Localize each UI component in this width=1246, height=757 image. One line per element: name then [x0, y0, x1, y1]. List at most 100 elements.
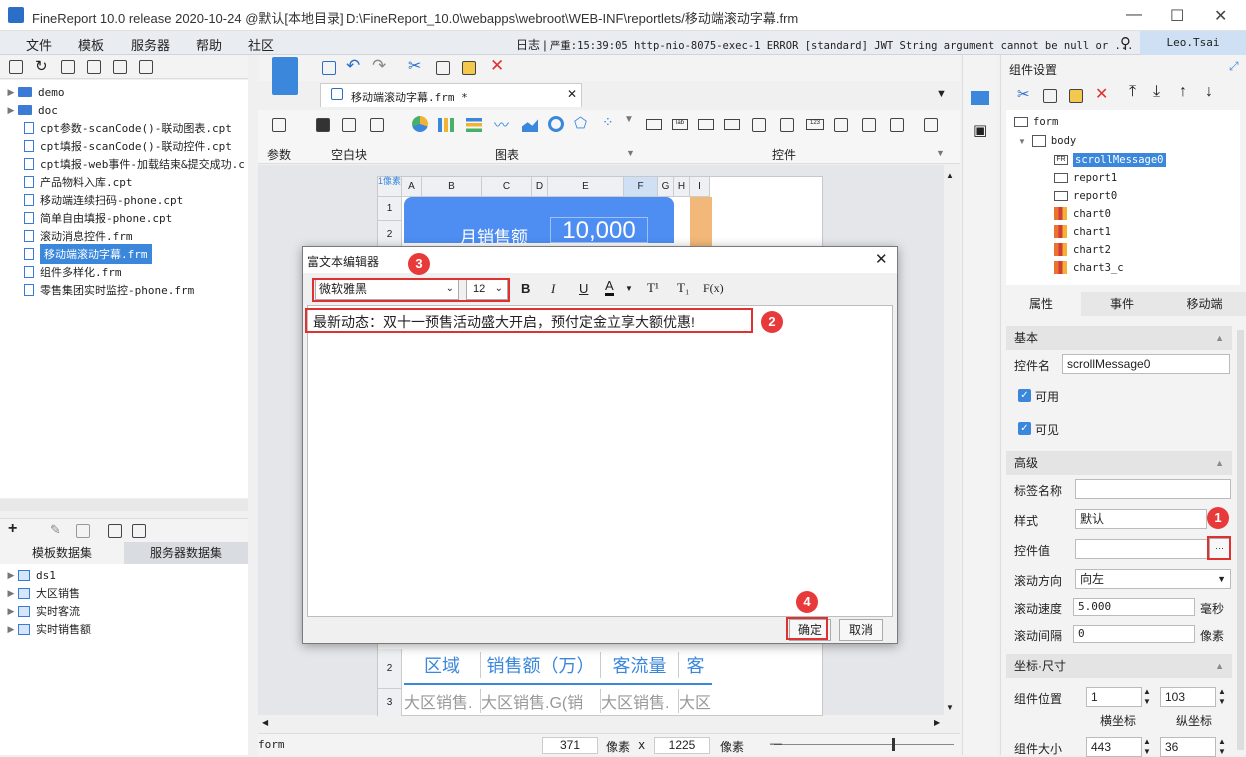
kpi-card[interactable]: 月销售额 10,000	[404, 197, 674, 247]
chevron-down-icon[interactable]: ▼	[624, 114, 634, 125]
col-header[interactable]: A	[402, 177, 422, 197]
col-header[interactable]: F	[624, 177, 658, 197]
close-window-icon[interactable]: ✕	[1214, 6, 1227, 26]
bold-button[interactable]: B	[521, 281, 530, 296]
width-input[interactable]: 371	[542, 737, 598, 754]
pos-x-stepper-icon[interactable]: ▲ ▼	[1143, 687, 1151, 707]
template-tab[interactable]: 移动端滚动字幕.frm * ✕	[320, 83, 582, 107]
zoom-out-icon[interactable]: —	[770, 736, 782, 750]
dataset-item[interactable]: ▶ 实时客流	[0, 602, 80, 620]
section-advanced[interactable]: 高级 ▲	[1006, 451, 1232, 475]
tree-file[interactable]: 简单自由填报-phone.cpt	[0, 209, 172, 227]
col-header[interactable]: E	[548, 177, 624, 197]
maximize-icon[interactable]: ☐	[1170, 6, 1184, 26]
col-header[interactable]: C	[482, 177, 532, 197]
table-cell[interactable]: 大区销售.	[600, 689, 678, 713]
dataset-settings-icon[interactable]	[132, 524, 146, 538]
zoom-thumb[interactable]	[892, 738, 895, 751]
combo-widget-icon[interactable]	[724, 119, 740, 130]
component-body[interactable]: ▼ body	[1018, 135, 1076, 147]
move-down-icon[interactable]: ↓	[1205, 83, 1213, 101]
component-report0[interactable]: report0	[1054, 190, 1117, 202]
tab-mobile[interactable]: 移动端	[1163, 292, 1246, 316]
pie-chart-icon[interactable]	[412, 116, 428, 132]
line-chart-icon[interactable]: 〰	[494, 114, 509, 135]
panel-scrollbar[interactable]	[1237, 330, 1244, 750]
tree-file[interactable]: 滚动消息控件.frm	[0, 227, 133, 245]
col-header[interactable]: D	[532, 177, 548, 197]
preview-icon[interactable]	[108, 524, 122, 538]
tag-input[interactable]	[1075, 479, 1231, 499]
tab-events[interactable]: 事件	[1081, 292, 1163, 316]
tree-file[interactable]: cpt填报-web事件-加载结束&提交成功.c	[0, 155, 245, 173]
height-input[interactable]: 1225	[654, 737, 710, 754]
move-up-icon[interactable]: ↑	[1179, 83, 1187, 101]
scroll-right-icon[interactable]: ▶	[934, 718, 940, 727]
copy-icon[interactable]	[1043, 89, 1057, 103]
chevron-down-icon[interactable]: ▼	[936, 148, 945, 158]
dataset-item[interactable]: ▶ 实时销售额	[0, 620, 91, 638]
component-chart0[interactable]: chart0	[1054, 207, 1111, 220]
direction-select[interactable]: 向左 ▼	[1075, 569, 1231, 589]
component-chart2[interactable]: chart2	[1054, 243, 1111, 256]
mobile-view-icon[interactable]	[272, 57, 298, 95]
blank-block-icon[interactable]	[342, 118, 356, 132]
size-w-input[interactable]: 443	[1086, 737, 1142, 757]
scroll-up-icon[interactable]: ▲	[946, 171, 954, 180]
tab-template-datasets[interactable]: 模板数据集	[0, 542, 124, 564]
hbar-chart-icon[interactable]	[466, 118, 482, 132]
superscript-button[interactable]: T¹	[647, 280, 659, 296]
add-icon[interactable]: +	[8, 520, 17, 538]
tab-close-icon[interactable]: ✕	[567, 87, 577, 101]
delete-x-icon[interactable]: ✕	[1095, 84, 1108, 104]
menu-file[interactable]: 文件	[26, 35, 52, 54]
section-geometry[interactable]: 坐标·尺寸 ▲	[1006, 654, 1232, 678]
gauge-chart-icon[interactable]	[548, 116, 564, 132]
tree-folder-demo[interactable]: ▶ demo	[0, 83, 65, 101]
radio-group-widget-icon[interactable]	[862, 118, 876, 132]
size-w-stepper-icon[interactable]: ▲ ▼	[1143, 737, 1151, 757]
row-header[interactable]: 2	[378, 649, 402, 689]
size-h-stepper-icon[interactable]: ▲ ▼	[1218, 737, 1226, 757]
list-widget-icon[interactable]	[834, 118, 848, 132]
subscript-button[interactable]: T₁	[677, 280, 689, 296]
size-h-input[interactable]: 36	[1160, 737, 1216, 757]
user-name[interactable]: Leo.Tsai	[1140, 31, 1246, 55]
font-color-button[interactable]: A	[605, 279, 614, 296]
menu-template[interactable]: 模板	[78, 35, 104, 54]
settings-icon[interactable]	[87, 60, 101, 74]
tree-file[interactable]: cpt填报-scanCode()-联动控件.cpt	[0, 137, 232, 155]
tree-folder-doc[interactable]: ▶ doc	[0, 101, 58, 119]
move-bottom-icon[interactable]: ⤓	[1153, 83, 1160, 101]
visible-checkbox[interactable]: ✓	[1018, 422, 1031, 435]
collapse-panel-icon[interactable]: ⤢	[1229, 59, 1239, 74]
scatter-chart-icon[interactable]: ⁘	[602, 114, 614, 131]
col-header[interactable]: B	[422, 177, 482, 197]
tab-menu-icon[interactable]: ▼	[936, 88, 947, 100]
tree-file[interactable]: 产品物料入库.cpt	[0, 173, 133, 191]
redo-icon[interactable]: ↷	[372, 56, 386, 76]
chevron-down-icon[interactable]: ▼	[626, 148, 635, 158]
table-cell[interactable]: 大区	[678, 689, 712, 713]
radar-chart-icon[interactable]: ⬠	[574, 114, 587, 132]
tree-widget-icon[interactable]	[890, 118, 904, 132]
italic-button[interactable]: I	[551, 281, 555, 297]
undo-icon[interactable]: ↶	[346, 56, 360, 76]
dataset-item[interactable]: ▶ 大区销售	[0, 584, 80, 602]
move-top-icon[interactable]: ⤒	[1129, 83, 1136, 101]
cancel-button[interactable]: 取消	[839, 619, 883, 641]
enabled-checkbox[interactable]: ✓	[1018, 389, 1031, 402]
block-icon[interactable]	[316, 118, 330, 132]
row-header[interactable]: 2	[378, 221, 402, 249]
cut-icon[interactable]: ✂	[1017, 85, 1030, 103]
tree-hscroll[interactable]	[0, 499, 248, 511]
style-input[interactable]: 默认	[1075, 509, 1207, 529]
name-input[interactable]: scrollMessage0	[1062, 354, 1230, 374]
dialog-close-icon[interactable]: ✕	[875, 250, 888, 268]
table-cell[interactable]: 大区销售.G(销	[480, 689, 600, 713]
search-icon[interactable]: ⚲	[1120, 34, 1131, 52]
label-widget-icon[interactable]: lab	[672, 119, 688, 130]
component-report1[interactable]: report1	[1054, 172, 1117, 184]
scroll-down-icon[interactable]: ▼	[946, 703, 954, 712]
component-chart3[interactable]: chart3_c	[1054, 261, 1124, 274]
